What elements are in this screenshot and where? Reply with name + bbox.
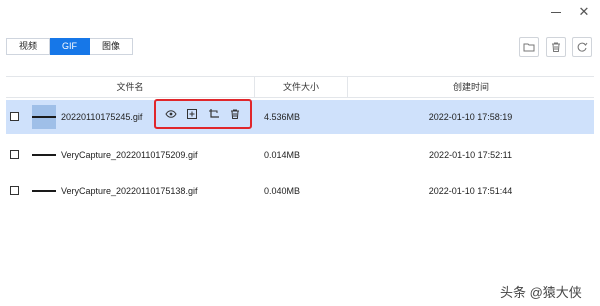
table-row[interactable]: VeryCapture_20220110175138.gif 0.040MB 2… — [6, 174, 594, 208]
row-checkbox[interactable] — [10, 150, 19, 159]
filename-text: VeryCapture_20220110175138.gif — [61, 186, 198, 196]
close-icon[interactable]: ✕ — [576, 4, 592, 20]
preview-button[interactable] — [164, 107, 178, 121]
gif-thumbnail[interactable] — [32, 190, 56, 192]
eye-icon — [165, 110, 177, 118]
delete-all-button[interactable] — [546, 37, 566, 57]
cell-created-time: 2022-01-10 17:52:11 — [429, 150, 512, 160]
add-frame-button[interactable] — [185, 107, 199, 121]
gif-thumbnail[interactable] — [32, 154, 56, 156]
open-folder-button[interactable] — [519, 37, 539, 57]
tab-video[interactable]: 视频 — [6, 38, 51, 55]
trash-icon — [552, 42, 560, 52]
refresh-icon — [577, 42, 588, 52]
add-frame-icon — [187, 109, 198, 119]
table-row[interactable]: VeryCapture_20220110175209.gif 0.014MB 2… — [6, 138, 594, 172]
filename-text: VeryCapture_20220110175209.gif — [61, 150, 198, 160]
gif-thumbnail[interactable] — [32, 116, 56, 118]
table-header: 文件名 文件大小 创建时间 — [6, 76, 594, 98]
header-created-time[interactable]: 创建时间 — [347, 77, 594, 97]
crop-button[interactable] — [207, 107, 221, 121]
tab-image[interactable]: 图像 — [90, 38, 134, 55]
table-row[interactable]: 20220110175245.gif 4.536MB 2022-01-10 17… — [6, 100, 594, 134]
filename-text: 20220110175245.gif — [61, 112, 143, 122]
crop-icon — [208, 109, 219, 118]
cell-filesize: 0.014MB — [264, 150, 301, 160]
cell-filesize: 4.536MB — [264, 112, 301, 122]
refresh-button[interactable] — [572, 37, 592, 57]
row-checkbox[interactable] — [10, 186, 19, 195]
cell-filesize: 0.040MB — [264, 186, 301, 196]
cell-created-time: 2022-01-10 17:58:19 — [428, 112, 513, 122]
delete-button[interactable] — [228, 107, 242, 121]
cell-created-time: 2022-01-10 17:51:44 — [428, 186, 513, 196]
header-filename[interactable]: 文件名 — [6, 77, 254, 97]
tab-gif[interactable]: GIF — [50, 38, 91, 55]
media-type-tabs: 视频 GIF 图像 — [6, 38, 134, 55]
folder-icon — [523, 43, 535, 52]
minimize-icon[interactable] — [548, 4, 564, 20]
row-checkbox[interactable] — [10, 112, 19, 121]
watermark-text: 头条 @猿大侠 — [500, 285, 582, 300]
cell-filename: VeryCapture_20220110175209.gif — [6, 138, 254, 172]
trash-icon — [231, 109, 240, 119]
cell-filename: VeryCapture_20220110175138.gif — [6, 174, 254, 208]
header-filesize[interactable]: 文件大小 — [254, 77, 347, 97]
row-action-buttons — [154, 99, 252, 129]
